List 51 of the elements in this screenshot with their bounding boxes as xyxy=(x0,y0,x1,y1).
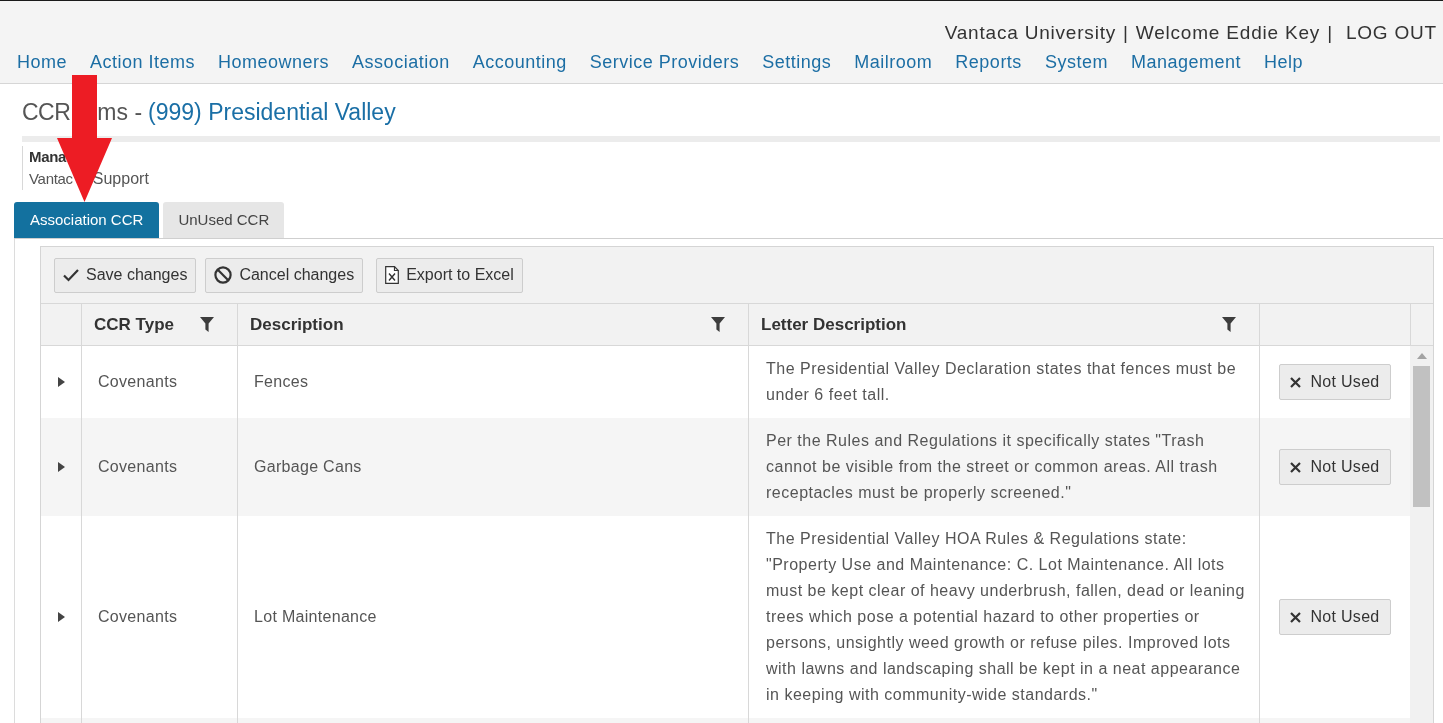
expand-triangle-icon[interactable] xyxy=(57,612,65,622)
nav-link[interactable]: Home xyxy=(17,50,67,74)
manager-name-text: Support xyxy=(92,169,149,189)
manager-label: Mana xyxy=(29,147,68,167)
nav-link[interactable]: Mailroom xyxy=(854,50,933,74)
nav-link[interactable]: Help xyxy=(1263,50,1303,74)
column-title: Letter Description xyxy=(761,313,907,336)
page-title-text: CCR xyxy=(22,98,71,127)
cancel-button[interactable]: Cancel changes xyxy=(205,257,364,293)
scrollbar[interactable] xyxy=(1410,346,1433,723)
expand-triangle-icon[interactable] xyxy=(57,377,65,387)
cross-icon xyxy=(1290,461,1302,473)
nav-link[interactable]: Management xyxy=(1130,50,1241,74)
cross-icon xyxy=(1290,611,1302,623)
filter-icon[interactable] xyxy=(711,317,725,332)
column-header[interactable]: Description xyxy=(237,304,748,345)
column-header[interactable]: Letter Description xyxy=(748,304,1259,345)
community-name-link[interactable]: (999) Presidential Valley xyxy=(148,97,396,127)
pipe-separator: | xyxy=(1123,21,1129,45)
tab[interactable]: UnUsed CCR xyxy=(163,202,285,238)
filter-icon[interactable] xyxy=(1222,317,1236,332)
tab[interactable]: Association CCR xyxy=(14,202,160,238)
nav-link[interactable]: Service Providers xyxy=(589,50,740,74)
nav-link[interactable]: Accounting xyxy=(472,50,567,74)
nav-link[interactable]: Homeowners xyxy=(218,50,330,74)
user-info-text: Welcome Eddie Key xyxy=(1135,21,1321,45)
cross-icon xyxy=(1290,376,1302,388)
page-title-text: ms - xyxy=(97,98,143,127)
nav-link[interactable]: Action Items xyxy=(90,50,196,74)
filter-icon[interactable] xyxy=(200,317,214,332)
cancel-icon xyxy=(214,266,233,284)
save-button[interactable]: Save changes xyxy=(54,257,197,293)
column-header[interactable]: CCR Type xyxy=(81,304,237,345)
scrollbar-thumb[interactable] xyxy=(1413,366,1430,507)
user-info-text: Vantaca University xyxy=(944,21,1117,45)
logout-link[interactable]: LOG OUT xyxy=(1345,21,1437,45)
nav-link[interactable]: Reports xyxy=(955,50,1022,74)
nav-link[interactable]: System xyxy=(1044,50,1108,74)
column-title: CCR Type xyxy=(94,313,174,336)
not-used-button[interactable]: Not Used xyxy=(1279,599,1391,635)
expand-triangle-icon[interactable] xyxy=(57,462,65,472)
not-used-button[interactable]: Not Used xyxy=(1279,364,1391,400)
nav-link[interactable]: Association xyxy=(352,50,450,74)
column-title: Description xyxy=(250,313,344,336)
checkmark-icon xyxy=(63,268,79,282)
not-used-button[interactable]: Not Used xyxy=(1279,449,1391,485)
nav-link[interactable]: Settings xyxy=(762,50,832,74)
export-button[interactable]: Export to Excel xyxy=(376,257,523,293)
pipe-separator: | xyxy=(1327,21,1333,45)
manager-name-text: Vantac xyxy=(29,169,73,189)
spreadsheet-file-icon xyxy=(385,266,400,284)
